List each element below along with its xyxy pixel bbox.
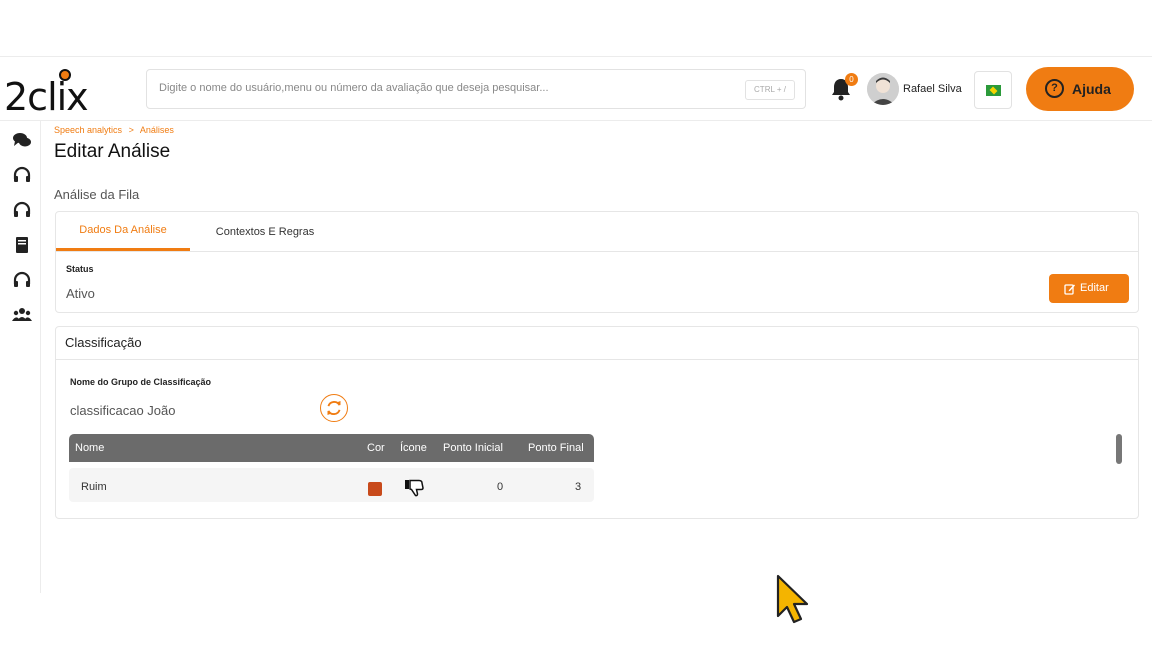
- tab-contextos-e-regras[interactable]: Contextos E Regras: [202, 212, 328, 251]
- search-shortcut-hint: CTRL + /: [745, 80, 795, 100]
- language-button[interactable]: [974, 71, 1012, 109]
- breadcrumb-separator: >: [128, 125, 134, 135]
- book-icon[interactable]: [12, 236, 32, 254]
- classification-header: Classificação: [56, 327, 1138, 360]
- table-row[interactable]: Ruim 0 3: [69, 468, 594, 502]
- brand-logo-text: 2clix: [4, 75, 89, 119]
- avatar-person-icon: [867, 73, 899, 105]
- help-button[interactable]: ? Ajuda: [1026, 67, 1134, 111]
- row-end-point: 3: [575, 481, 582, 493]
- sidebar: [0, 121, 41, 593]
- thumbs-down-icon: [405, 479, 424, 497]
- row-start-point: 0: [497, 481, 504, 493]
- breadcrumb-current: Análises: [139, 125, 174, 135]
- mouse-cursor-icon: [776, 574, 809, 624]
- row-name: Ruim: [81, 481, 107, 493]
- notification-badge: 0: [845, 73, 858, 86]
- row-color-swatch: [368, 482, 382, 496]
- refresh-icon[interactable]: [320, 394, 348, 422]
- chat-bubbles-icon[interactable]: [12, 131, 32, 149]
- status-value: Ativo: [66, 286, 95, 301]
- headset-icon[interactable]: [12, 201, 32, 219]
- edit-icon: [1064, 284, 1075, 295]
- edit-label: Editar: [1080, 282, 1109, 294]
- app-window: 2clix Digite o nome do usuário,menu ou n…: [0, 56, 1152, 624]
- tab-dados-da-analise[interactable]: Dados Da Análise: [56, 212, 190, 251]
- user-avatar[interactable]: [867, 73, 899, 105]
- column-header-nome: Nome: [75, 442, 105, 454]
- edit-button[interactable]: Editar: [1049, 274, 1129, 303]
- group-name-value: classificacao João: [70, 403, 176, 418]
- status-label: Status: [66, 264, 94, 274]
- group-name-label: Nome do Grupo de Classificação: [70, 377, 212, 387]
- question-icon: ?: [1045, 79, 1064, 98]
- page-title: Editar Análise: [54, 141, 171, 162]
- brazil-flag-icon: [986, 85, 1001, 96]
- vertical-scrollbar[interactable]: [1116, 434, 1122, 464]
- user-name[interactable]: Rafael Silva: [903, 83, 962, 95]
- headset-icon[interactable]: [12, 271, 32, 289]
- classification-card: Classificação Nome do Grupo de Classific…: [55, 326, 1139, 519]
- column-header-icone: Ícone: [400, 442, 427, 454]
- users-icon[interactable]: [12, 306, 32, 324]
- classification-title: Classificação: [65, 335, 142, 350]
- column-header-cor: Cor: [367, 442, 385, 454]
- section-label: Análise da Fila: [54, 187, 140, 202]
- logo-dot-icon: [59, 69, 71, 81]
- brand-logo[interactable]: 2clix: [4, 67, 94, 119]
- tab-bar: Dados Da Análise Contextos E Regras: [56, 212, 1138, 252]
- column-header-ponto-final: Ponto Final: [528, 442, 584, 454]
- analysis-card: Dados Da Análise Contextos E Regras Stat…: [55, 211, 1139, 313]
- top-bar: 2clix Digite o nome do usuário,menu ou n…: [0, 57, 1152, 121]
- search-placeholder: Digite o nome do usuário,menu ou número …: [159, 82, 549, 94]
- help-label: Ajuda: [1072, 81, 1111, 97]
- table-header: Nome Cor Ícone Ponto Inicial Ponto Final: [69, 434, 594, 462]
- breadcrumb-parent-link[interactable]: Speech analytics: [54, 125, 122, 135]
- breadcrumb: Speech analytics > Análises: [54, 125, 174, 135]
- search-input[interactable]: Digite o nome do usuário,menu ou número …: [146, 69, 806, 109]
- column-header-ponto-inicial: Ponto Inicial: [443, 442, 503, 454]
- headset-icon[interactable]: [12, 166, 32, 184]
